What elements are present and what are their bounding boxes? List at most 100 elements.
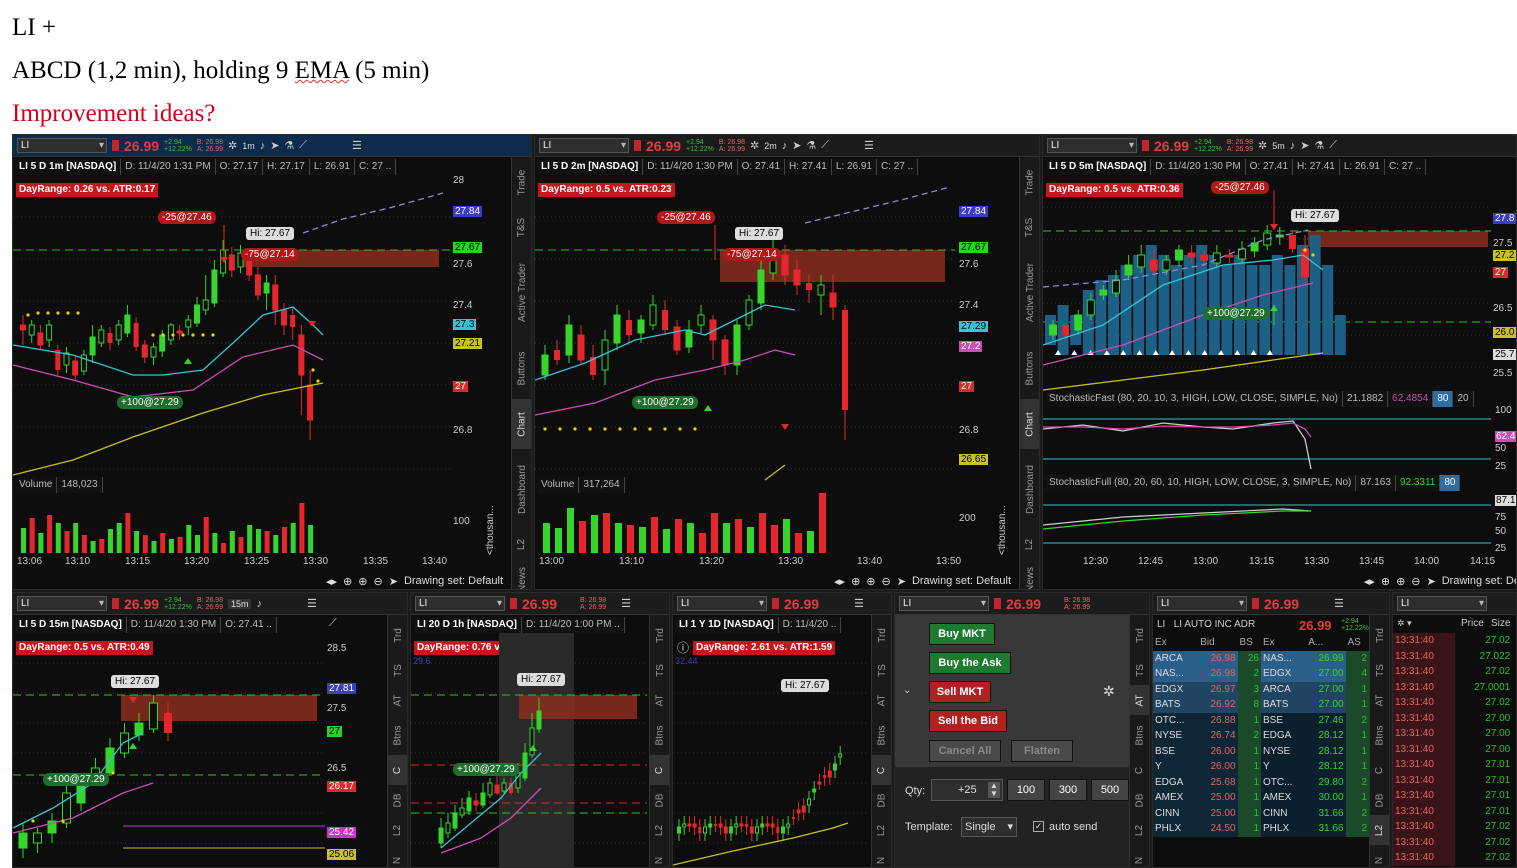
gear-icon[interactable]: ✲ — [228, 139, 237, 152]
table-row[interactable]: BATS 27.00 1 — [1261, 697, 1369, 713]
table-row[interactable]: CINN 31.66 2 — [1261, 805, 1369, 821]
tab-db[interactable]: DB — [388, 785, 407, 815]
tab-l2[interactable]: L2 — [1130, 815, 1149, 845]
tab-c[interactable]: C — [1130, 755, 1149, 785]
symbol-selector[interactable]: LI — [1397, 596, 1487, 611]
table-row[interactable]: Y 26.00 1 — [1153, 759, 1261, 775]
table-row[interactable]: 13:31:40 27.02 — [1393, 633, 1516, 649]
table-row[interactable]: Y 28.12 1 — [1261, 759, 1369, 775]
table-row[interactable]: 13:31:40 27.00 — [1393, 741, 1516, 757]
menu-icon[interactable]: ☰ — [1334, 597, 1344, 610]
table-row[interactable]: BATS 26.92 8 — [1153, 697, 1261, 713]
tab-dashboard[interactable]: Dashboard — [512, 449, 531, 529]
tab-ts[interactable]: TS — [388, 655, 407, 685]
zoom-in-icon[interactable]: ⊕ — [866, 575, 875, 588]
column-header[interactable]: Bid — [1198, 635, 1237, 651]
chevron-down-icon[interactable]: ⌄ — [903, 685, 911, 696]
table-row[interactable]: BSE 26.00 1 — [1153, 743, 1261, 759]
timeframe-selector[interactable]: 1m — [242, 141, 255, 151]
symbol-selector[interactable]: LI — [415, 596, 505, 611]
tab-at[interactable]: AT — [388, 685, 407, 715]
cursor-icon[interactable]: ➤ — [897, 575, 906, 588]
price-chart[interactable] — [535, 175, 955, 481]
zoom-in-icon[interactable]: ⊕ — [358, 575, 367, 588]
tab-ts[interactable]: TS — [650, 655, 669, 685]
column-header[interactable]: Ex — [1153, 635, 1198, 651]
qty-preset-100[interactable]: 100 — [1007, 779, 1045, 801]
scroll-icon[interactable]: ◂▸ — [326, 575, 337, 588]
tab-n[interactable]: N — [650, 845, 669, 867]
style-icon[interactable]: ♪ — [260, 140, 266, 152]
tab-n[interactable]: N — [872, 845, 891, 867]
symbol-selector[interactable]: LI — [17, 596, 107, 611]
table-row[interactable]: 13:31:40 27.02 — [1393, 819, 1516, 835]
gear-icon[interactable]: ✲ — [1258, 139, 1267, 152]
template-select[interactable]: Single ▾ — [961, 817, 1017, 837]
table-row[interactable]: 13:31:40 27.0001 — [1393, 679, 1516, 695]
zoom-in-icon[interactable]: ⊕ — [1396, 575, 1405, 588]
menu-icon[interactable]: ☰ — [621, 597, 631, 610]
column-header[interactable]: AS — [1346, 635, 1369, 651]
tab-at[interactable]: AT — [1130, 685, 1149, 715]
zoom-out-icon[interactable]: ⊖ — [882, 575, 891, 588]
menu-icon[interactable]: ☰ — [352, 139, 362, 152]
gear-icon[interactable]: ✲ — [1103, 683, 1115, 700]
symbol-selector[interactable]: LI — [1047, 138, 1137, 153]
tab-btns[interactable]: Btns — [1370, 715, 1389, 755]
link-color-icon[interactable] — [634, 140, 641, 151]
scroll-icon[interactable]: ◂▸ — [834, 575, 845, 588]
link-color-icon[interactable] — [772, 598, 779, 609]
tab-db[interactable]: DB — [1130, 785, 1149, 815]
symbol-selector[interactable]: LI — [17, 138, 107, 153]
sell-bid-button[interactable]: Sell the Bid — [929, 710, 1007, 732]
drawing-set-label[interactable]: Drawing set: Default — [404, 575, 503, 587]
studies-flask-icon[interactable]: ⚗ — [806, 139, 816, 152]
table-row[interactable]: OTC... 26.88 1 — [1153, 712, 1261, 728]
tab-trd[interactable]: Trd — [388, 615, 407, 655]
symbol-selector[interactable]: LI — [539, 138, 629, 153]
tab-at[interactable]: AT — [650, 685, 669, 715]
drawing-set-label[interactable]: Drawing set: De — [1442, 575, 1516, 587]
tab-trd[interactable]: Trd — [650, 615, 669, 655]
drawings-icon[interactable]: ⟋ — [821, 139, 829, 152]
table-row[interactable]: EDGA 28.12 1 — [1261, 728, 1369, 744]
tab-db[interactable]: DB — [872, 785, 891, 815]
tab-active-trader[interactable]: Active Trader — [1020, 247, 1039, 337]
table-row[interactable]: PHLX 31.66 2 — [1261, 821, 1369, 837]
tab-buttons[interactable]: Buttons — [1020, 337, 1039, 399]
table-row[interactable]: 13:31:40 27.01 — [1393, 772, 1516, 788]
table-row[interactable]: EDGA 25.68 1 — [1153, 774, 1261, 790]
price-chart[interactable] — [1043, 175, 1491, 391]
cursor-icon[interactable]: ➤ — [792, 139, 801, 152]
tab-at[interactable]: AT — [1370, 685, 1389, 715]
drawings-icon[interactable]: ⟋ — [299, 139, 307, 152]
table-row[interactable]: NAS... 26.98 2 — [1153, 666, 1261, 682]
tab-l2[interactable]: L2 — [512, 529, 531, 559]
tab-n[interactable]: N — [1130, 845, 1149, 867]
symbol-selector[interactable]: LI — [1157, 596, 1247, 611]
table-row[interactable]: EDGX 26.97 3 — [1153, 681, 1261, 697]
drawings-icon[interactable]: ⟋ — [1329, 139, 1337, 152]
menu-icon[interactable]: ☰ — [864, 139, 874, 152]
link-color-icon[interactable] — [1252, 598, 1259, 609]
gear-icon[interactable]: ✲ — [750, 139, 759, 152]
tab-chart[interactable]: Chart — [512, 399, 531, 449]
tab-at[interactable]: AT — [872, 685, 891, 715]
qty-preset-300[interactable]: 300 — [1049, 779, 1087, 801]
table-row[interactable]: 13:31:40 27.02 — [1393, 850, 1516, 866]
tab-c[interactable]: C — [1370, 755, 1389, 785]
tab-trade[interactable]: Trade — [1020, 157, 1039, 207]
tab-trd[interactable]: Trd — [872, 615, 891, 655]
tab-n[interactable]: N — [388, 845, 407, 867]
table-row[interactable]: AMEX 30.00 1 — [1261, 790, 1369, 806]
style-icon[interactable]: ♪ — [782, 140, 788, 152]
table-row[interactable]: 13:31:40 27.02 — [1393, 695, 1516, 711]
buy-mkt-button[interactable]: Buy MKT — [929, 623, 995, 645]
cursor-icon[interactable]: ➤ — [270, 139, 279, 152]
column-header[interactable]: A... — [1306, 635, 1345, 651]
settings-icon[interactable]: ✲ ▾ — [1397, 618, 1412, 629]
link-color-icon[interactable] — [112, 598, 119, 609]
studies-flask-icon[interactable]: ⚗ — [284, 139, 294, 152]
crosshair-icon[interactable]: ⊕ — [851, 575, 860, 588]
price-chart[interactable] — [13, 633, 325, 868]
